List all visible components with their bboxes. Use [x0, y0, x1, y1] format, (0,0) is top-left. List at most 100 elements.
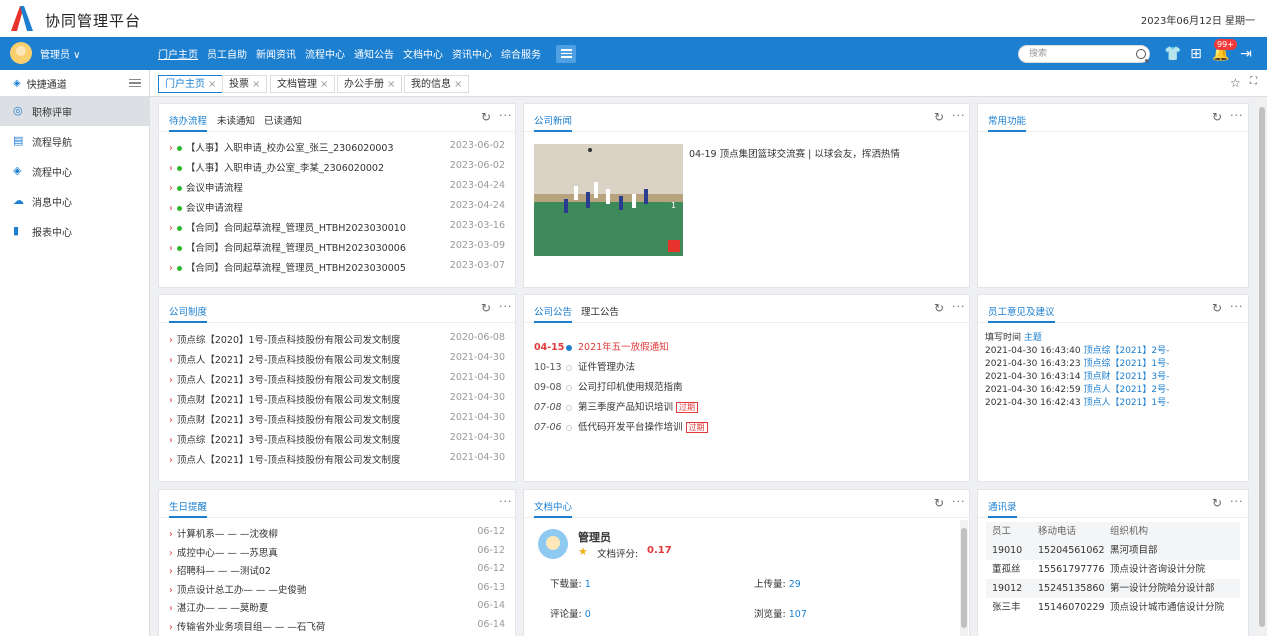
- tab-home[interactable]: 门户主页 ×: [158, 75, 224, 93]
- list-item[interactable]: 2021-04-30 16:43:14 顶点财【2021】3号-: [985, 369, 1169, 382]
- refresh-icon[interactable]: ↻: [934, 496, 944, 510]
- nav-workflow[interactable]: 流程中心: [305, 46, 345, 61]
- sidebar-item-workflow-nav[interactable]: ▤ 流程导航: [0, 126, 149, 156]
- news-image[interactable]: [534, 144, 683, 256]
- list-item[interactable]: › 计算机系— — —沈夜柳 06-12: [169, 526, 505, 540]
- list-item[interactable]: 2021-04-30 16:43:23 顶点综【2021】1号-: [985, 356, 1169, 369]
- nav-news[interactable]: 新闻资讯: [256, 46, 296, 61]
- list-item[interactable]: › 顶点人【2021】3号-顶点科技股份有限公司发文制度 2021-04-30: [169, 372, 505, 386]
- table-row[interactable]: 19010 15204561062 黑河项目部: [986, 541, 1240, 560]
- list-item[interactable]: › 招聘科— — —测试02 06-12: [169, 563, 505, 577]
- scrollbar[interactable]: [960, 520, 968, 636]
- close-icon[interactable]: ×: [387, 79, 395, 90]
- list-item[interactable]: › 【合同】合同起草流程_管理员_HTBH2023030005 2023-03-07: [169, 260, 505, 274]
- list-item[interactable]: › 顶点人【2021】2号-顶点科技股份有限公司发文制度 2021-04-30: [169, 352, 505, 366]
- refresh-icon[interactable]: ↻: [934, 301, 944, 315]
- more-icon[interactable]: ···: [1230, 495, 1244, 508]
- fullscreen-icon[interactable]: ⛶: [1250, 76, 1257, 87]
- nav-notices[interactable]: 通知公告: [354, 46, 394, 61]
- status-dot-icon: [176, 186, 182, 191]
- list-item[interactable]: 2021-04-30 16:42:43 顶点人【2021】1号-: [985, 395, 1169, 408]
- close-icon[interactable]: ×: [208, 79, 216, 90]
- tab-unread[interactable]: 未读通知: [217, 113, 255, 127]
- list-item[interactable]: › 顶点设计总工办— — —史俊驰 06-13: [169, 582, 505, 596]
- nav-self-service[interactable]: 员工自助: [207, 46, 247, 61]
- list-item[interactable]: › 传输省外业务项目组— — —石飞荷 06-14: [169, 619, 505, 633]
- table-row[interactable]: 张三丰 15146070229 顶点设计城市通信设计分院: [986, 598, 1240, 617]
- list-item[interactable]: › 【合同】合同起草流程_管理员_HTBH2023030010 2023-03-16: [169, 220, 505, 234]
- more-icon[interactable]: ···: [499, 495, 513, 508]
- app-title: 协同管理平台: [45, 12, 142, 30]
- page-scrollbar[interactable]: [1258, 97, 1266, 636]
- list-item[interactable]: › 会议申请流程 2023-04-24: [169, 200, 505, 214]
- tab-company-notice[interactable]: 公司公告: [534, 304, 573, 323]
- news-headline[interactable]: 04-19 顶点集团篮球交流赛 | 以球会友，挥洒热情: [689, 146, 900, 160]
- refresh-icon[interactable]: ↻: [1212, 496, 1222, 510]
- list-item[interactable]: 09-08 公司打印机使用规范指南: [534, 379, 683, 393]
- list-item[interactable]: 10-13 证件管理办法: [534, 359, 635, 373]
- status-dot-icon: [176, 246, 182, 251]
- list-item[interactable]: › 顶点综【2021】3号-顶点科技股份有限公司发文制度 2021-04-30: [169, 432, 505, 446]
- list-item[interactable]: 07-08 第三季度产品知识培训 过期: [534, 399, 699, 413]
- refresh-icon[interactable]: ↻: [1212, 301, 1222, 315]
- refresh-icon[interactable]: ↻: [481, 301, 491, 315]
- more-icon[interactable]: ···: [952, 300, 966, 313]
- list-item[interactable]: 2021-04-30 16:42:59 顶点人【2021】2号-: [985, 382, 1169, 395]
- tab-office-manual[interactable]: 办公手册 ×: [337, 75, 403, 93]
- list-item[interactable]: 2021-04-30 16:43:40 顶点综【2021】2号-: [985, 343, 1169, 356]
- list-item[interactable]: › 成控中心— — —苏思真 06-12: [169, 545, 505, 559]
- search-input[interactable]: 搜索: [1018, 45, 1150, 63]
- more-icon[interactable]: ···: [499, 300, 513, 313]
- sidebar-item-message-center[interactable]: ☁ 消息中心: [0, 186, 149, 216]
- more-icon[interactable]: ···: [952, 495, 966, 508]
- refresh-icon[interactable]: ↻: [481, 110, 491, 124]
- list-item[interactable]: › 顶点财【2021】1号-顶点科技股份有限公司发文制度 2021-04-30: [169, 392, 505, 406]
- nav-documents[interactable]: 文档中心: [403, 46, 443, 61]
- tab-vote[interactable]: 投票 ×: [222, 75, 268, 93]
- list-item[interactable]: › 会议申请流程 2023-04-24: [169, 180, 505, 194]
- list-item[interactable]: 04-15 2021年五一放假通知: [534, 339, 669, 353]
- list-item[interactable]: 07-06 低代码开发平台操作培训 过期: [534, 419, 708, 433]
- nav-home[interactable]: 门户主页: [158, 46, 198, 61]
- tab-engineering-notice[interactable]: 理工公告: [581, 304, 619, 318]
- tab-doc-management[interactable]: 文档管理 ×: [270, 75, 336, 93]
- apps-icon[interactable]: ⊞: [1188, 46, 1204, 62]
- list-item[interactable]: › 湛江办— — —莫盼夏 06-14: [169, 600, 505, 614]
- list-item[interactable]: › 顶点人【2021】1号-顶点科技股份有限公司发文制度 2021-04-30: [169, 452, 505, 466]
- star-icon[interactable]: ☆: [1230, 76, 1241, 90]
- user-menu[interactable]: 管理员 ∨: [10, 42, 81, 64]
- more-icon[interactable]: ···: [1230, 300, 1244, 313]
- close-icon[interactable]: ×: [454, 79, 462, 90]
- collapse-icon[interactable]: [129, 79, 141, 87]
- tab-todo[interactable]: 待办流程: [169, 113, 208, 132]
- table-row[interactable]: 董孤丝 15561797776 顶点设计咨询设计分院: [986, 560, 1240, 579]
- list-item[interactable]: › 顶点综【2020】1号-顶点科技股份有限公司发文制度 2020-06-08: [169, 332, 505, 346]
- more-icon[interactable]: ···: [1230, 109, 1244, 122]
- list-item[interactable]: › 【人事】入职申请_办公室_李某_2306020002 2023-06-02: [169, 160, 505, 174]
- list-item[interactable]: › 【合同】合同起草流程_管理员_HTBH2023030006 2023-03-09: [169, 240, 505, 254]
- list-item[interactable]: › 【人事】入职申请_校办公室_张三_2306020003 2023-06-02: [169, 140, 505, 154]
- more-icon[interactable]: ···: [499, 109, 513, 122]
- more-icon[interactable]: ···: [952, 109, 966, 122]
- shirt-icon[interactable]: 👕: [1164, 46, 1181, 62]
- refresh-icon[interactable]: ↻: [934, 110, 944, 124]
- close-icon[interactable]: ×: [320, 79, 328, 90]
- sidebar-item-title-review[interactable]: ◎ 职称评审: [0, 96, 149, 126]
- sidebar-item-workflow-center[interactable]: ◈ 流程中心: [0, 156, 149, 186]
- close-icon[interactable]: ×: [252, 79, 260, 90]
- common-title: 常用功能: [988, 113, 1027, 132]
- docs-user-name: 管理员: [578, 531, 611, 544]
- search-icon[interactable]: [1136, 49, 1146, 59]
- tab-my-info[interactable]: 我的信息 ×: [404, 75, 470, 93]
- table-row[interactable]: 19012 15245135860 第一设计分院哈分设计部: [986, 579, 1240, 598]
- nav-services[interactable]: 综合服务: [501, 46, 541, 61]
- menu-icon[interactable]: [556, 44, 576, 63]
- status-dot-icon: [176, 146, 182, 151]
- sidebar-item-report-center[interactable]: ▮ 报表中心: [0, 216, 149, 246]
- nav-info[interactable]: 资讯中心: [452, 46, 492, 61]
- list-item[interactable]: › 顶点财【2021】3号-顶点科技股份有限公司发文制度 2021-04-30: [169, 412, 505, 426]
- app-logo-icon: [11, 6, 33, 31]
- tab-read[interactable]: 已读通知: [264, 113, 302, 127]
- refresh-icon[interactable]: ↻: [1212, 110, 1222, 124]
- logout-icon[interactable]: ⇥: [1238, 46, 1254, 62]
